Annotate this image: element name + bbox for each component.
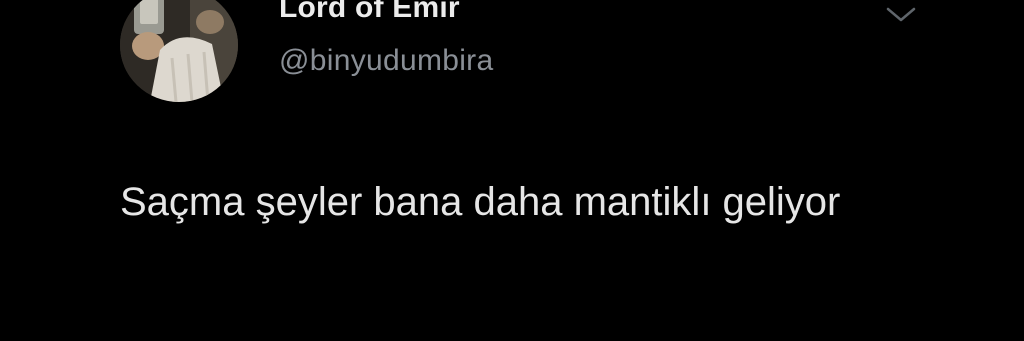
chevron-down-icon[interactable] xyxy=(884,4,918,24)
tweet-card: Lord of Emir @binyudumbira Saçma şeyler … xyxy=(0,0,1024,341)
display-name[interactable]: Lord of Emir xyxy=(279,0,460,25)
user-handle[interactable]: @binyudumbira xyxy=(279,44,493,78)
avatar[interactable] xyxy=(120,0,238,102)
tweet-text: Saçma şeyler bana daha mantiklı geliyor xyxy=(120,180,841,224)
